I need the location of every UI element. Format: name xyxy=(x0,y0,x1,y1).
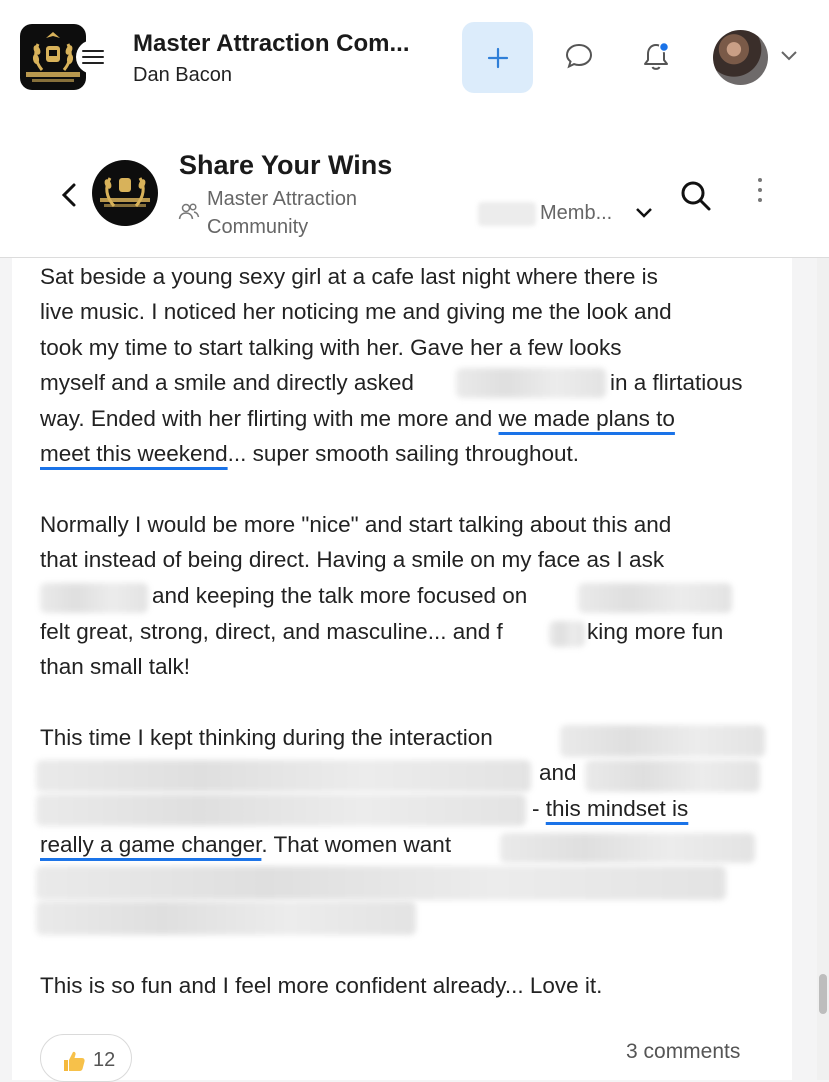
avatar[interactable] xyxy=(713,30,768,85)
scrollbar-track[interactable] xyxy=(817,258,829,1080)
redacted-chip xyxy=(478,202,536,226)
chevron-down-icon[interactable] xyxy=(634,206,654,220)
post-text: way. Ended with her flirting with me mor… xyxy=(40,406,499,431)
post-line: and keeping the talk more focused on xyxy=(152,583,528,608)
group-avatar[interactable] xyxy=(92,160,158,226)
scrollbar-thumb[interactable] xyxy=(819,974,827,1014)
post-line: Sat beside a young sexy girl at a cafe l… xyxy=(40,264,658,289)
laurel-logo-icon xyxy=(100,177,150,207)
post-text: ... super smooth sailing throughout. xyxy=(227,441,580,466)
redacted-text xyxy=(456,368,606,398)
post-line: - this mindset is xyxy=(532,796,688,822)
redacted-text xyxy=(560,725,765,757)
post-line: that instead of being direct. Having a s… xyxy=(40,547,665,572)
menu-button[interactable] xyxy=(76,40,110,74)
post-line: took my time to start talking with her. … xyxy=(40,335,622,360)
post-line: This is so fun and I feel more confident… xyxy=(40,973,603,998)
redacted-text xyxy=(549,621,585,647)
redacted-text xyxy=(40,583,148,613)
members-label[interactable]: Memb... xyxy=(540,202,612,225)
post-line: and xyxy=(539,760,577,785)
hamburger-icon xyxy=(82,46,104,66)
post-line: live music. I noticed her noticing me an… xyxy=(40,299,672,324)
reaction-count: 12 xyxy=(93,1049,116,1071)
post-line: way. Ended with her flirting with me mor… xyxy=(40,406,675,432)
post-line: king more fun xyxy=(587,619,724,644)
post-line: than small talk! xyxy=(40,654,191,679)
redacted-text xyxy=(578,583,732,613)
post-text: - xyxy=(532,796,546,821)
redacted-text xyxy=(36,794,526,826)
post-line: really a game changer. That women want xyxy=(40,832,451,858)
redacted-text xyxy=(500,833,755,863)
redacted-text xyxy=(36,760,531,792)
members-icon xyxy=(178,203,200,220)
post-line: Normally I would be more "nice" and star… xyxy=(40,512,672,537)
search-icon[interactable] xyxy=(678,178,714,214)
chat-icon xyxy=(565,43,593,69)
comments-link[interactable]: 3 comments xyxy=(626,1040,740,1064)
redacted-text xyxy=(36,866,726,900)
highlight-text: we made plans to xyxy=(498,406,675,431)
post-line: myself and a smile and directly asked xyxy=(40,370,414,395)
post-line: This time I kept thinking during the int… xyxy=(40,725,493,750)
bell-icon xyxy=(644,41,670,70)
more-options-icon[interactable] xyxy=(752,178,768,208)
post-line: meet this weekend... super smooth sailin… xyxy=(40,441,579,467)
redacted-text xyxy=(585,760,760,792)
notifications-button[interactable] xyxy=(638,38,674,74)
redacted-text xyxy=(36,901,416,935)
highlight-text: meet this weekend xyxy=(40,441,228,466)
top-app-bar: Master Attraction Com... Dan Bacon xyxy=(0,0,829,112)
reaction-button[interactable]: 12 xyxy=(40,1034,132,1082)
add-button[interactable] xyxy=(462,22,533,93)
highlight-text: this mindset is xyxy=(545,796,689,821)
plus-icon xyxy=(487,47,508,68)
post-text: . That women want xyxy=(261,832,452,857)
group-community-name[interactable]: Master Attraction Community xyxy=(207,185,407,241)
post-line: felt great, strong, direct, and masculin… xyxy=(40,619,503,644)
group-header: Share Your Wins Master Attraction Commun… xyxy=(0,112,829,258)
post-line: in a flirtatious xyxy=(610,370,743,395)
user-name: Dan Bacon xyxy=(133,64,232,86)
app-title[interactable]: Master Attraction Com... xyxy=(133,30,409,58)
group-title[interactable]: Share Your Wins xyxy=(179,150,392,181)
back-arrow-icon[interactable] xyxy=(60,182,78,208)
highlight-text: really a game changer xyxy=(40,832,262,857)
thumbs-up-icon xyxy=(64,1051,85,1071)
chat-button[interactable] xyxy=(561,38,597,74)
chevron-down-icon[interactable] xyxy=(780,48,798,62)
